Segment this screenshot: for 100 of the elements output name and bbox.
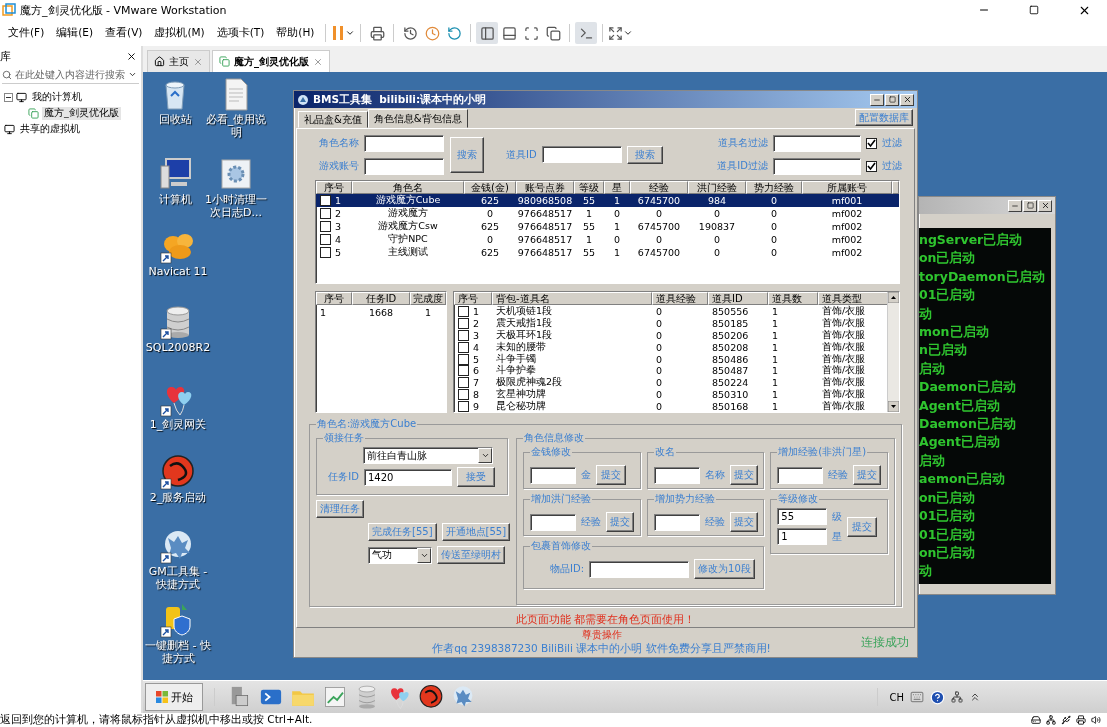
table-cell-text: 0 <box>712 207 721 219</box>
computer-icon[interactable] <box>157 156 193 192</box>
menu-item[interactable]: 选项卡(T) <box>210 26 271 40</box>
input-field[interactable] <box>653 466 700 484</box>
menu-item[interactable]: 编辑(E) <box>50 26 100 40</box>
library-view-button[interactable] <box>476 22 499 44</box>
skill-dropdown[interactable]: 气功 <box>368 546 432 564</box>
expand-tray-icon[interactable] <box>969 691 981 703</box>
usb-icon[interactable] <box>1061 715 1071 725</box>
chart-icon[interactable] <box>322 684 348 710</box>
input-field[interactable]: 1420 <box>364 468 452 486</box>
search-field[interactable]: 在此处键入内容进行搜索 <box>2 66 139 84</box>
table-row[interactable]: 3 游戏魔方Csw 625 976648517 55 1 6745700 190837 0 mf002 <box>316 219 899 233</box>
menu-item[interactable]: 文件(F) <box>2 26 51 40</box>
checkbox[interactable] <box>458 306 469 317</box>
row-number: 5 <box>473 353 480 365</box>
input-field[interactable] <box>773 134 861 152</box>
field-label: 道具ID过滤 <box>716 159 768 174</box>
table-row[interactable]: 5 主线测试 625 976648517 55 1 6745700 0 0 mf002 <box>316 245 899 259</box>
input-field[interactable] <box>530 466 576 484</box>
network-icon[interactable] <box>1046 715 1056 725</box>
tab[interactable]: 角色信息&背包信息 <box>367 109 468 128</box>
input-field[interactable] <box>653 513 700 531</box>
input-field[interactable]: 55 <box>777 508 828 525</box>
checkbox[interactable] <box>320 246 331 258</box>
checkbox[interactable] <box>458 365 469 377</box>
menu-item[interactable]: 虚拟机(M) <box>148 26 211 40</box>
tab[interactable]: 魔方_剑灵优化版 <box>212 50 330 72</box>
checkbox[interactable] <box>320 194 331 206</box>
checkbox[interactable] <box>320 207 331 219</box>
printer-icon[interactable] <box>1076 715 1086 725</box>
close-icon[interactable] <box>126 50 137 62</box>
input-field[interactable]: 1 <box>777 528 828 545</box>
start-button[interactable]: 开始 <box>145 683 203 711</box>
table-cell-text: 首饰/衣服 <box>821 388 867 401</box>
scroll-down-icon[interactable] <box>888 401 899 412</box>
minimize-button[interactable] <box>870 93 884 106</box>
input-field[interactable] <box>364 157 444 175</box>
row-number: 3 <box>335 220 342 232</box>
scrollbar[interactable] <box>887 292 899 412</box>
language-indicator[interactable]: CH <box>889 691 904 703</box>
tree-item[interactable]: 我的计算机 <box>30 90 84 104</box>
maximize-button[interactable] <box>885 93 899 106</box>
table-cell-text: 0 <box>654 207 663 219</box>
help-icon[interactable] <box>930 689 945 705</box>
scroll-up-icon[interactable] <box>888 292 899 303</box>
table-row[interactable]: 2 游戏魔方 0 976648517 1 0 0 0 0 mf002 <box>316 206 899 220</box>
tree-item[interactable]: 魔方_剑灵优化版 <box>42 106 121 120</box>
table-cell-text: 625 <box>479 220 501 232</box>
row-number: 1 <box>473 306 480 317</box>
vm-icon <box>219 56 230 67</box>
disc-icon[interactable] <box>418 684 444 710</box>
checkbox[interactable] <box>458 353 469 365</box>
input-field[interactable] <box>773 157 861 175</box>
close-button[interactable] <box>1038 199 1052 212</box>
table-cell-text: 1 <box>423 306 432 318</box>
maximize-icon <box>1026 202 1034 209</box>
dropdown-value: 前往白青山脉 <box>367 448 427 463</box>
console-button[interactable] <box>575 22 598 44</box>
gear-icon[interactable] <box>218 156 254 192</box>
console-line: 启动 <box>919 451 946 470</box>
network-icon[interactable] <box>951 691 963 703</box>
icon-label: GM工具集 - 快捷方式 <box>147 566 209 592</box>
minimize-button[interactable] <box>1008 199 1022 212</box>
table-cell-text: 1 <box>771 377 780 389</box>
input-field[interactable] <box>541 146 622 164</box>
menu-item[interactable]: 帮助(H) <box>270 26 321 40</box>
caret-icon <box>623 28 634 38</box>
input-field[interactable] <box>364 134 444 152</box>
checkbox[interactable] <box>866 160 877 172</box>
tree-item[interactable]: 共享的虚拟机 <box>18 122 82 136</box>
checkbox[interactable] <box>458 377 469 389</box>
checkbox[interactable] <box>458 401 469 412</box>
table-row[interactable]: 4 守护NPC 0 976648517 1 0 0 0 0 mf002 <box>316 232 899 246</box>
destination-dropdown[interactable]: 前往白青山脉 <box>363 447 493 464</box>
input-field[interactable] <box>589 560 690 578</box>
close-button[interactable] <box>900 93 914 106</box>
tab[interactable]: 礼品盒&充值 <box>298 111 368 128</box>
monitor-icon <box>16 91 27 103</box>
collapse-icon[interactable] <box>4 92 13 102</box>
checkbox[interactable] <box>458 341 469 353</box>
keyboard-icon[interactable] <box>910 690 924 704</box>
checkbox[interactable] <box>458 317 469 329</box>
disc-icon[interactable] <box>160 454 196 490</box>
speaker-icon[interactable] <box>1091 715 1101 725</box>
input-field[interactable] <box>777 466 824 484</box>
table-cell-text: 190837 <box>697 220 737 232</box>
checkbox[interactable] <box>866 137 877 149</box>
checkbox[interactable] <box>458 389 469 401</box>
checkbox[interactable] <box>320 220 331 232</box>
group-title: 增加洪门经验 <box>530 492 592 506</box>
checkbox[interactable] <box>458 329 469 341</box>
group-title: 金钱修改 <box>530 445 572 459</box>
group-title: 角色名:游戏魔方Cube <box>316 417 418 431</box>
menu-item[interactable]: 查看(V) <box>99 26 149 40</box>
input-field[interactable] <box>530 513 576 531</box>
checkbox[interactable] <box>320 233 331 245</box>
tab[interactable]: 主页 <box>147 50 210 72</box>
column-header: 背包-道具名 <box>492 292 652 305</box>
maximize-button[interactable] <box>1023 199 1037 212</box>
